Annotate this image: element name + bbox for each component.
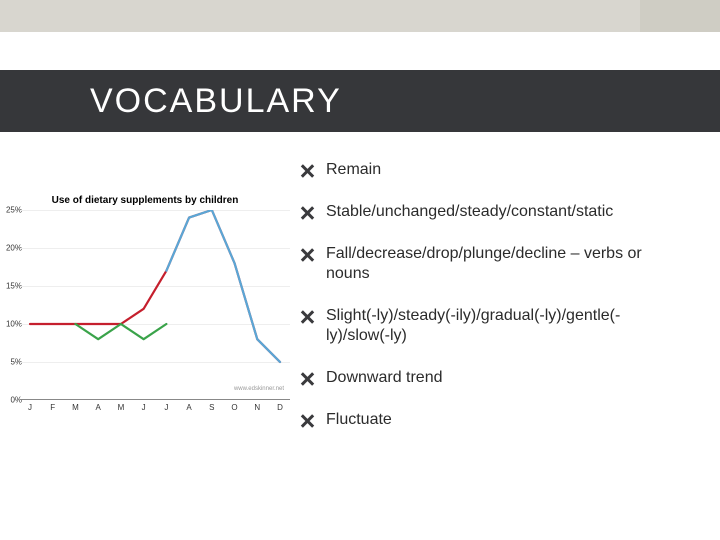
x-tick: F (50, 403, 55, 412)
x-tick: A (96, 403, 101, 412)
top-decor-bar (0, 0, 720, 32)
bullet-item: Stable/unchanged/steady/constant/static (300, 202, 680, 222)
y-tick: 0% (0, 396, 22, 405)
bullet-item: Downward trend (300, 368, 680, 388)
x-tick: J (142, 403, 146, 412)
y-tick: 10% (0, 320, 22, 329)
diamond-bullet-icon (300, 413, 316, 429)
x-tick: M (72, 403, 79, 412)
x-tick: A (186, 403, 191, 412)
title-band: VOCABULARY (0, 70, 720, 132)
bullet-list: Remain Stable/unchanged/steady/constant/s… (300, 160, 680, 452)
bullet-item: Fall/decrease/drop/plunge/decline – verb… (300, 244, 680, 284)
bullet-text: Remain (326, 160, 680, 180)
chart-watermark: www.edskinner.net (234, 386, 284, 392)
bullet-item: Fluctuate (300, 410, 680, 430)
series-line (75, 324, 166, 339)
chart-lines (20, 210, 290, 400)
x-tick: N (254, 403, 260, 412)
diamond-bullet-icon (300, 163, 316, 179)
x-tick: S (209, 403, 214, 412)
y-tick: 5% (0, 358, 22, 367)
series-line (166, 210, 280, 362)
bullet-text: Stable/unchanged/steady/constant/static (326, 202, 680, 222)
bullet-item: Slight(-ly)/steady(-ily)/gradual(-ly)/ge… (300, 306, 680, 346)
diamond-bullet-icon (300, 205, 316, 221)
bullet-text: Fall/decrease/drop/plunge/decline – verb… (326, 244, 680, 284)
y-tick: 25% (0, 206, 22, 215)
diamond-bullet-icon (300, 371, 316, 387)
content-area: Use of dietary supplements by children 0… (0, 155, 720, 540)
bullet-text: Slight(-ly)/steady(-ily)/gradual(-ly)/ge… (326, 306, 680, 346)
x-tick: J (28, 403, 32, 412)
x-tick: D (277, 403, 283, 412)
bullet-item: Remain (300, 160, 680, 180)
bullet-text: Downward trend (326, 368, 680, 388)
diamond-bullet-icon (300, 309, 316, 325)
chart-title: Use of dietary supplements by children (0, 195, 290, 206)
diamond-bullet-icon (300, 247, 316, 263)
y-tick: 15% (0, 282, 22, 291)
y-tick: 20% (0, 244, 22, 253)
x-tick: J (164, 403, 168, 412)
chart-plot: 0%5%10%15%20%25% JFMAMJJASOND www.edskin… (20, 210, 290, 400)
bullet-text: Fluctuate (326, 410, 680, 430)
x-tick: O (231, 403, 237, 412)
x-tick: M (118, 403, 125, 412)
slide-title: VOCABULARY (90, 82, 342, 121)
chart-container: Use of dietary supplements by children 0… (0, 195, 290, 425)
